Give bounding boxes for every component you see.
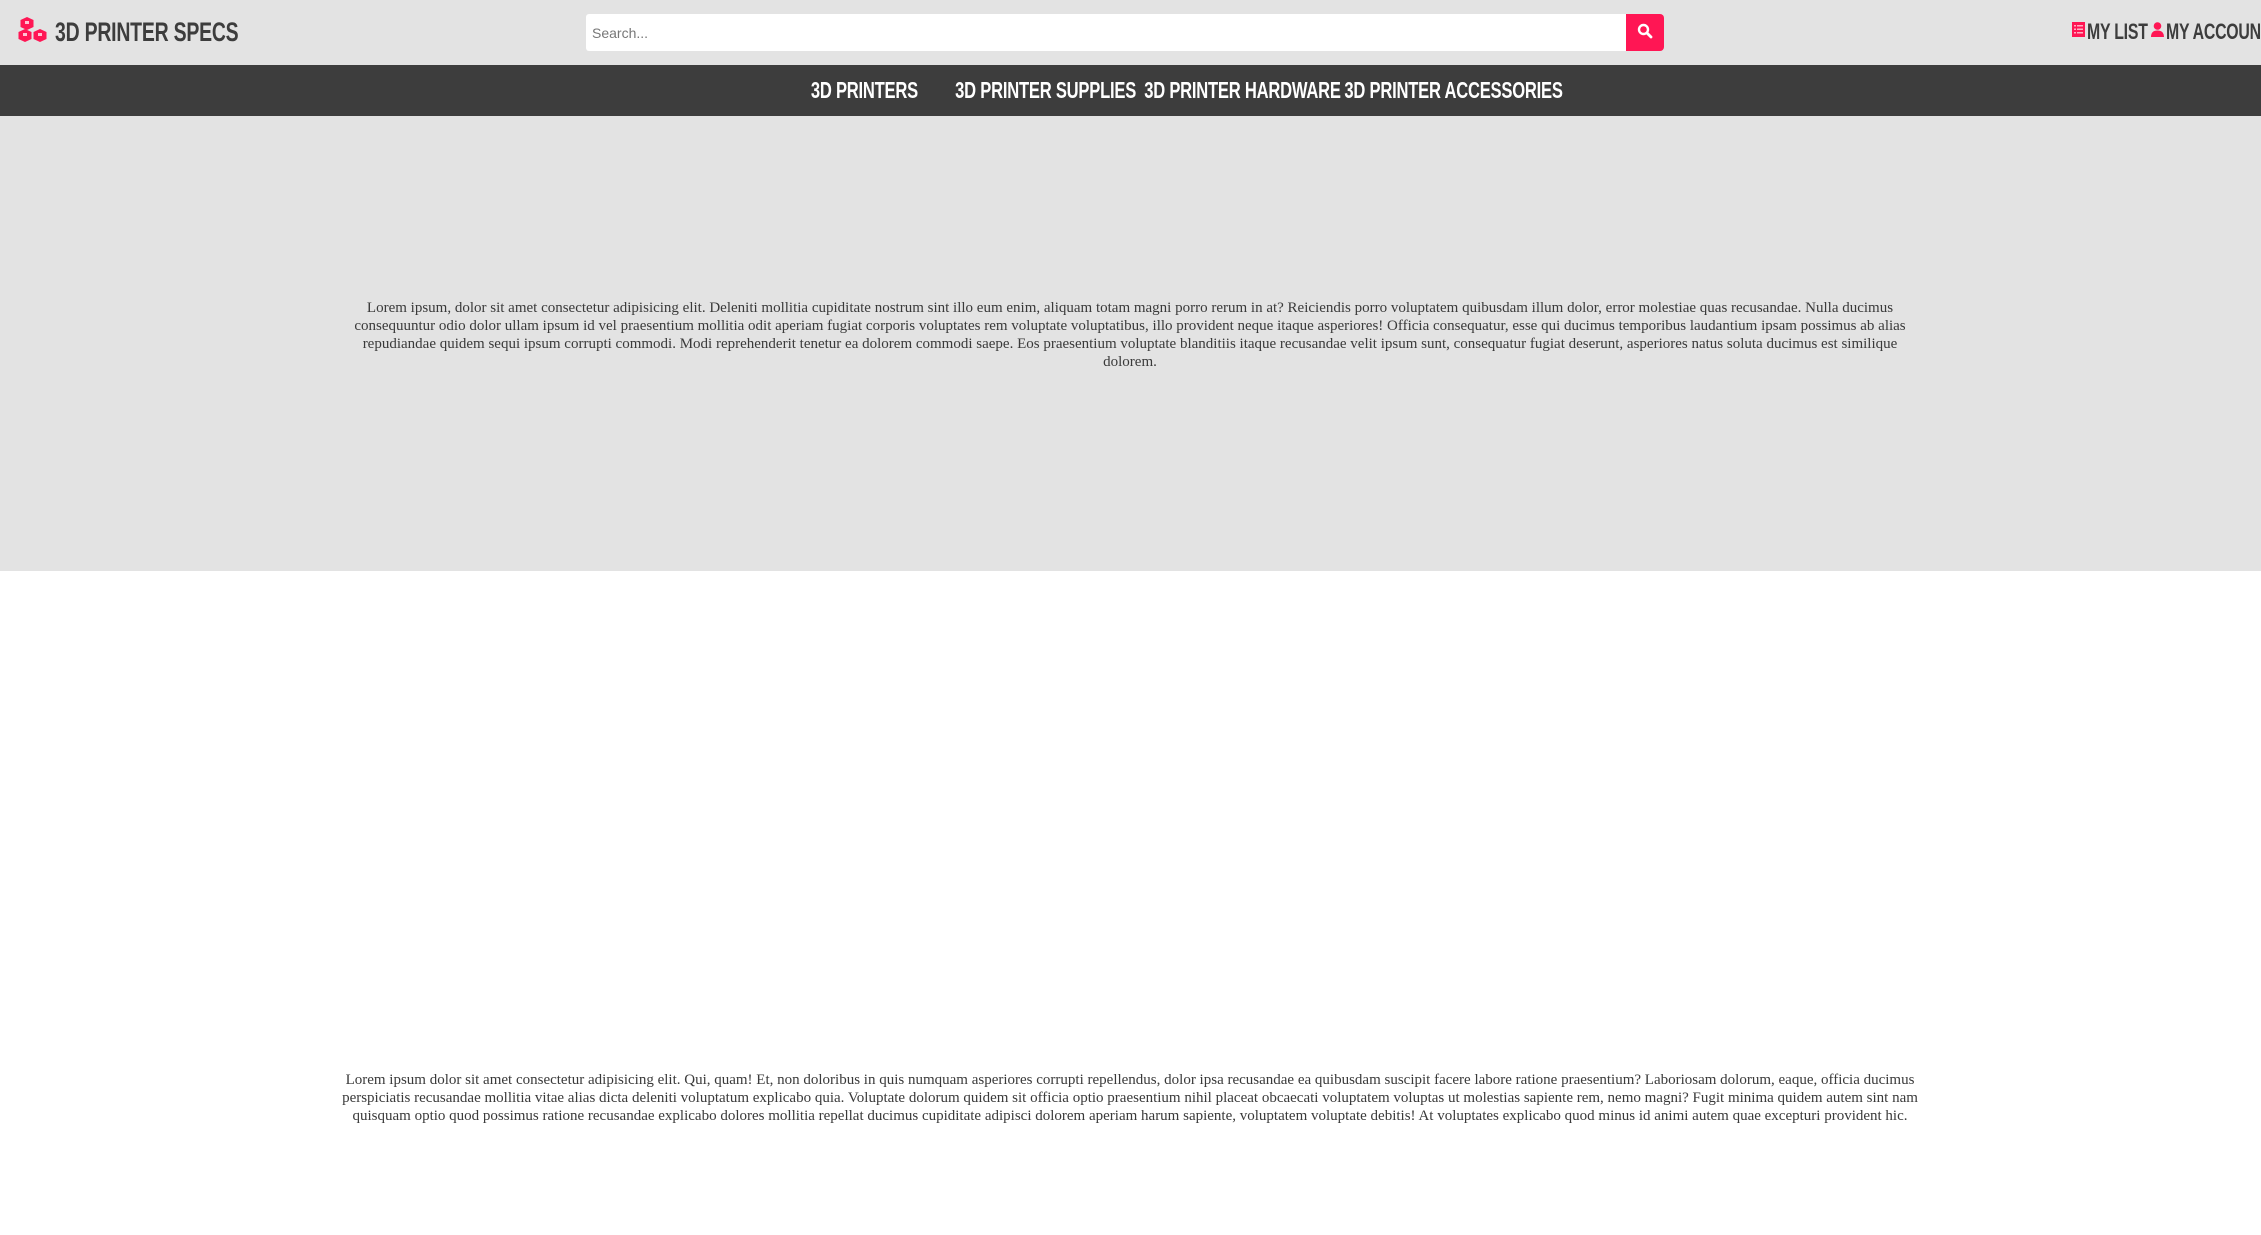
search-button[interactable] bbox=[1626, 14, 1664, 51]
header-links: MY LIST MY ACCOUNT bbox=[2052, 18, 2261, 46]
my-list-label: MY LIST bbox=[2087, 19, 2148, 44]
list-icon bbox=[2072, 22, 2085, 42]
search-icon bbox=[1637, 23, 1653, 42]
cubes-icon bbox=[18, 16, 49, 48]
hero-text: Lorem ipsum, dolor sit amet consectetur … bbox=[354, 300, 1906, 370]
nav-item-3d-printers[interactable]: 3D PRINTERS bbox=[790, 65, 917, 116]
header: 3D PRINTER SPECS MY LIST MY ACCOUNT bbox=[0, 0, 2261, 65]
user-icon bbox=[2151, 22, 2164, 42]
search-input[interactable] bbox=[586, 14, 1626, 51]
my-account-label: MY ACCOUNT bbox=[2166, 19, 2261, 44]
my-account-link[interactable]: MY ACCOUNT bbox=[2151, 18, 2261, 46]
logo-text: 3D PRINTER SPECS bbox=[55, 16, 239, 47]
body-text: Lorem ipsum dolor sit amet consectetur a… bbox=[342, 1072, 1918, 1124]
nav-item-3d-printer-supplies[interactable]: 3D PRINTER SUPPLIES bbox=[920, 65, 1136, 116]
my-list-link[interactable]: MY LIST bbox=[2072, 18, 2148, 46]
main-nav: 3D PRINTERS 3D PRINTER SUPPLIES 3D PRINT… bbox=[0, 65, 2261, 116]
logo-link[interactable]: 3D PRINTER SPECS bbox=[18, 16, 310, 48]
search-form bbox=[586, 14, 1664, 51]
